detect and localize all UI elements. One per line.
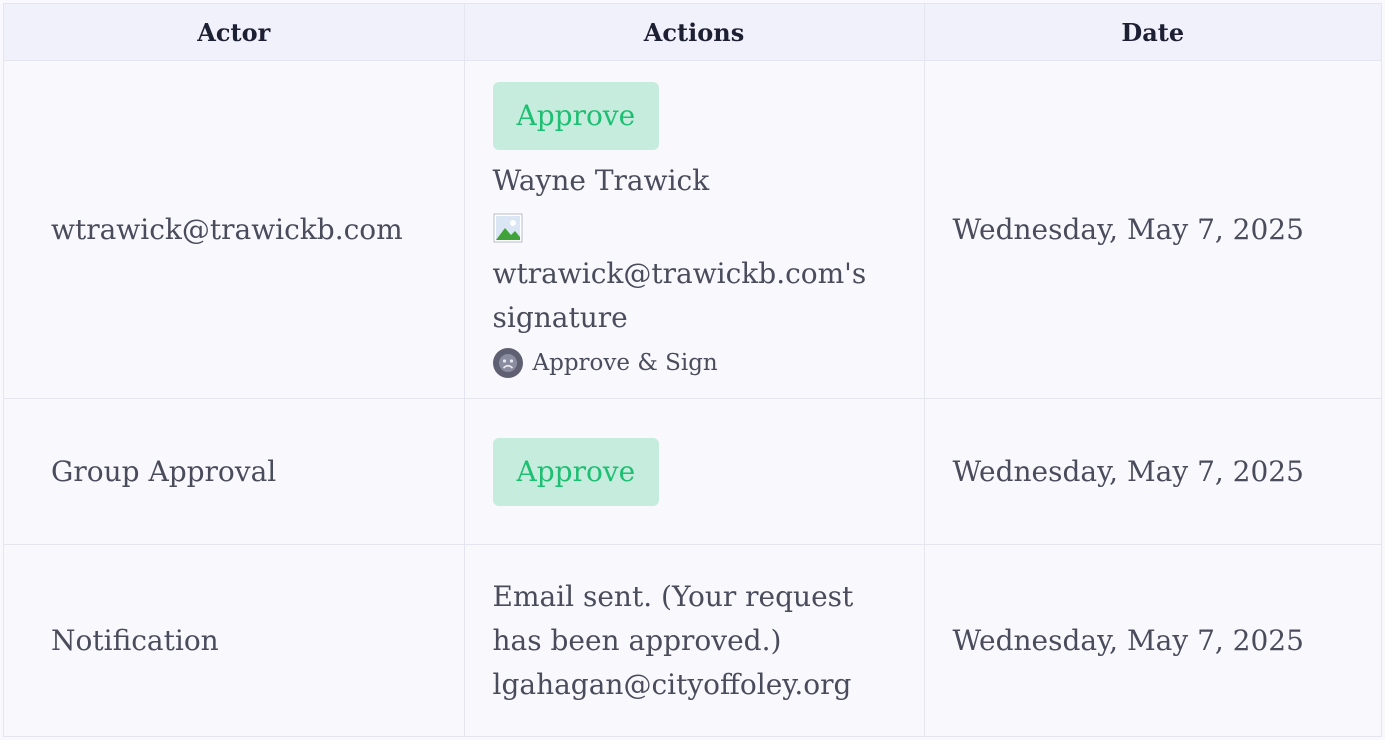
column-header-date: Date	[924, 4, 1381, 61]
audit-history-table: Actor Actions Date wtrawick@trawickb.com…	[3, 3, 1382, 737]
action-type: Approve & Sign	[492, 347, 896, 378]
signature-alt-text: wtrawick@trawickb.com's signature	[492, 256, 867, 334]
column-header-actions: Actions	[464, 4, 925, 61]
broken-image-icon	[493, 212, 523, 242]
actions-cell: Email sent. (Your request has been appro…	[464, 544, 925, 737]
history-table: Actor Actions Date wtrawick@trawickb.com…	[4, 4, 1381, 737]
actor-cell: wtrawick@trawickb.com	[4, 60, 465, 399]
approve-status-badge: Approve	[492, 81, 660, 150]
actions-cell: Approve Wayne Trawick wtrawick@trawickb.…	[464, 60, 925, 399]
table-row: Notification Email sent. (Your request h…	[4, 544, 1381, 737]
date-cell: Wednesday, May 7, 2025	[924, 60, 1381, 399]
actor-cell: Notification	[4, 544, 465, 737]
actions-cell: Approve	[464, 398, 925, 545]
action-type-label: Approve & Sign	[532, 349, 718, 376]
table-row: wtrawick@trawickb.com Approve Wayne Traw…	[4, 60, 1381, 399]
signature-image: wtrawick@trawickb.com's signature	[493, 208, 896, 340]
actor-cell: Group Approval	[4, 398, 465, 545]
notification-message: Email sent. (Your request has been appro…	[492, 580, 854, 657]
notification-recipient: lgahagan@cityoffoley.org	[492, 668, 852, 701]
column-header-actor: Actor	[4, 4, 465, 61]
user-avatar-icon	[492, 347, 523, 378]
signer-name: Wayne Trawick	[492, 163, 710, 197]
table-row: Group Approval Approve Wednesday, May 7,…	[4, 398, 1381, 545]
table-header: Actor Actions Date	[4, 4, 1381, 61]
date-cell: Wednesday, May 7, 2025	[924, 398, 1381, 545]
date-cell: Wednesday, May 7, 2025	[952, 624, 1304, 657]
approve-status-badge: Approve	[492, 437, 660, 506]
